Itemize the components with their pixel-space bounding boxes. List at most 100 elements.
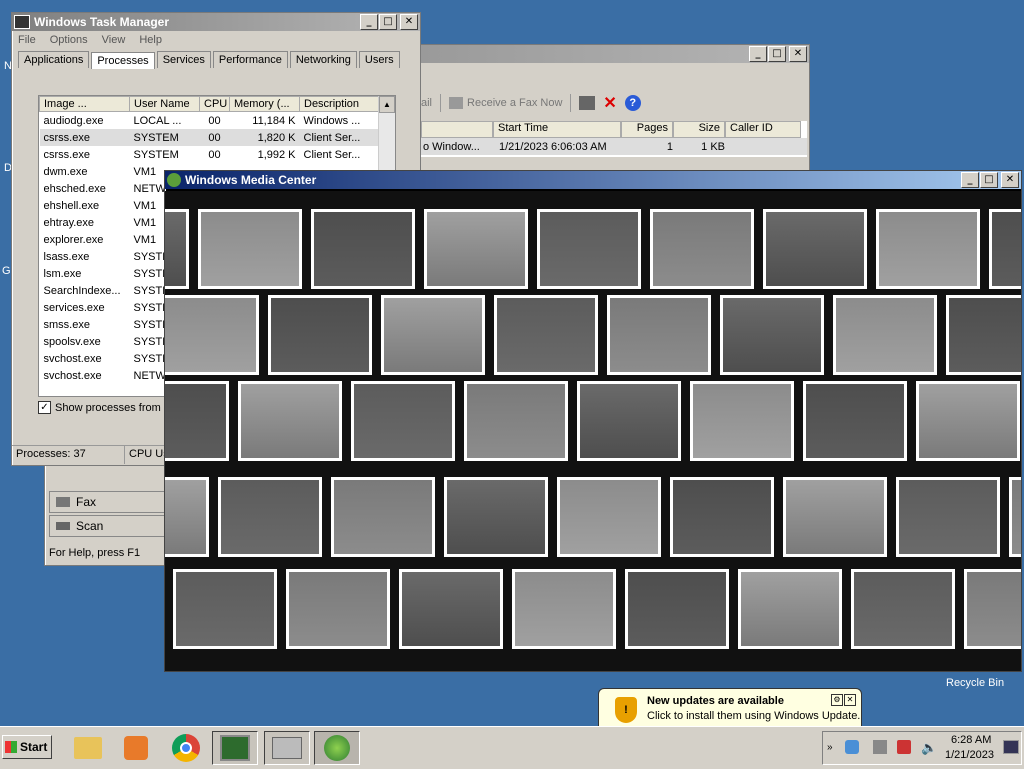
fax-row[interactable]: o Window... 1/21/2023 6:06:03 AM 1 1 KB: [421, 138, 807, 155]
photo-thumbnail[interactable]: [1009, 477, 1021, 557]
photo-thumbnail[interactable]: [650, 209, 754, 289]
photo-thumbnail[interactable]: [238, 381, 342, 461]
maximize-button[interactable]: □: [980, 172, 998, 188]
photo-thumbnail[interactable]: [577, 381, 681, 461]
photo-thumbnail[interactable]: [763, 209, 867, 289]
tab-services[interactable]: Services: [156, 51, 211, 68]
minimize-button[interactable]: _: [749, 46, 767, 62]
col-memory[interactable]: Memory (...: [229, 96, 300, 112]
minimize-button[interactable]: _: [961, 172, 979, 188]
photo-thumbnail[interactable]: [607, 295, 711, 375]
photo-thumbnail[interactable]: [738, 569, 842, 649]
photo-thumbnail[interactable]: [173, 569, 277, 649]
close-button[interactable]: ✕: [400, 14, 418, 30]
network-icon[interactable]: [873, 740, 887, 754]
nav-fax[interactable]: Fax: [49, 491, 165, 513]
help-icon[interactable]: ?: [624, 95, 641, 111]
photo-slideshow-grid[interactable]: [165, 191, 1021, 671]
clock-date[interactable]: 1/21/2023: [945, 749, 994, 761]
photo-thumbnail[interactable]: [218, 477, 322, 557]
table-row[interactable]: csrss.exe SYSTEM 00 1,992 K Client Ser...: [40, 146, 380, 163]
photo-thumbnail[interactable]: [896, 477, 1000, 557]
photo-thumbnail[interactable]: [351, 381, 455, 461]
close-button[interactable]: ✕: [1001, 172, 1019, 188]
maximize-button[interactable]: □: [768, 46, 786, 62]
photo-thumbnail[interactable]: [424, 209, 528, 289]
delete-icon[interactable]: ✕: [603, 93, 616, 113]
menu-file[interactable]: File: [18, 34, 36, 46]
photo-thumbnail[interactable]: [198, 209, 302, 289]
tab-applications[interactable]: Applications: [18, 51, 90, 68]
maximize-button[interactable]: □: [379, 14, 397, 30]
print-icon[interactable]: [579, 96, 596, 110]
photo-thumbnail[interactable]: [165, 477, 209, 557]
photo-thumbnail[interactable]: [916, 381, 1020, 461]
wmc-titlebar[interactable]: Windows Media Center _ □ ✕: [165, 171, 1021, 189]
photo-thumbnail[interactable]: [494, 295, 598, 375]
nav-scan[interactable]: Scan: [49, 515, 165, 537]
col-image-name[interactable]: Image ...: [39, 96, 130, 112]
photo-thumbnail[interactable]: [625, 569, 729, 649]
taskbar-media-center-button[interactable]: [314, 731, 360, 765]
photo-thumbnail[interactable]: [964, 569, 1021, 649]
start-button[interactable]: Start: [2, 735, 52, 759]
photo-thumbnail[interactable]: [670, 477, 774, 557]
close-icon[interactable]: ✕: [844, 694, 856, 706]
menu-view[interactable]: View: [102, 34, 126, 46]
photo-thumbnail[interactable]: [512, 569, 616, 649]
action-center-icon[interactable]: [897, 740, 911, 754]
photo-thumbnail[interactable]: [286, 569, 390, 649]
photo-thumbnail[interactable]: [331, 477, 435, 557]
photo-thumbnail[interactable]: [444, 477, 548, 557]
taskbar-task-manager-button[interactable]: [212, 731, 258, 765]
volume-icon[interactable]: 🔈: [921, 740, 937, 756]
col-caller-id[interactable]: Caller ID: [725, 121, 801, 138]
photo-thumbnail[interactable]: [946, 295, 1021, 375]
receive-fax-button[interactable]: Receive a Fax Now: [449, 97, 562, 109]
windows-update-icon[interactable]: [845, 740, 859, 754]
taskbar-media-player-button[interactable]: [116, 731, 156, 765]
photo-thumbnail[interactable]: [464, 381, 568, 461]
col-size[interactable]: Size: [673, 121, 725, 138]
options-icon[interactable]: ⚙: [831, 694, 843, 706]
minimize-button[interactable]: _: [360, 14, 378, 30]
col-user-name[interactable]: User Name: [129, 96, 200, 112]
col-description[interactable]: Description: [299, 96, 380, 112]
tab-networking[interactable]: Networking: [289, 51, 357, 68]
taskbar-fax-button[interactable]: [264, 731, 310, 765]
taskbar-explorer-button[interactable]: [68, 731, 108, 765]
photo-thumbnail[interactable]: [690, 381, 794, 461]
taskbar-chrome-button[interactable]: [166, 731, 206, 765]
tab-users[interactable]: Users: [358, 51, 400, 68]
show-all-processes-checkbox[interactable]: ✓ Show processes from a: [38, 401, 170, 414]
photo-thumbnail[interactable]: [165, 381, 229, 461]
show-hidden-icons-icon[interactable]: »: [827, 742, 833, 753]
show-desktop-icon[interactable]: [1003, 740, 1019, 754]
photo-thumbnail[interactable]: [537, 209, 641, 289]
photo-thumbnail[interactable]: [989, 209, 1021, 289]
photo-thumbnail[interactable]: [165, 209, 189, 289]
table-row[interactable]: csrss.exe SYSTEM 00 1,820 K Client Ser...: [39, 129, 380, 146]
recycle-bin-label[interactable]: Recycle Bin: [946, 677, 1004, 689]
photo-thumbnail[interactable]: [381, 295, 485, 375]
menu-help[interactable]: Help: [139, 34, 162, 46]
taskmgr-titlebar[interactable]: Windows Task Manager _ □ ✕: [12, 13, 420, 31]
tab-processes[interactable]: Processes: [91, 52, 155, 69]
col-pages[interactable]: Pages: [621, 121, 673, 138]
photo-thumbnail[interactable]: [851, 569, 955, 649]
mail-button-label[interactable]: ail: [421, 97, 432, 109]
photo-thumbnail[interactable]: [311, 209, 415, 289]
photo-thumbnail[interactable]: [557, 477, 661, 557]
clock-time[interactable]: 6:28 AM: [951, 734, 991, 746]
photo-thumbnail[interactable]: [268, 295, 372, 375]
scroll-up-arrow-icon[interactable]: ▲: [379, 96, 395, 113]
photo-thumbnail[interactable]: [399, 569, 503, 649]
photo-thumbnail[interactable]: [803, 381, 907, 461]
photo-thumbnail[interactable]: [165, 295, 259, 375]
menu-options[interactable]: Options: [50, 34, 88, 46]
close-button[interactable]: ✕: [789, 46, 807, 62]
col-start-time[interactable]: Start Time: [493, 121, 621, 138]
photo-thumbnail[interactable]: [783, 477, 887, 557]
photo-thumbnail[interactable]: [833, 295, 937, 375]
table-row[interactable]: audiodg.exe LOCAL ... 00 11,184 K Windows ..…: [40, 112, 380, 130]
